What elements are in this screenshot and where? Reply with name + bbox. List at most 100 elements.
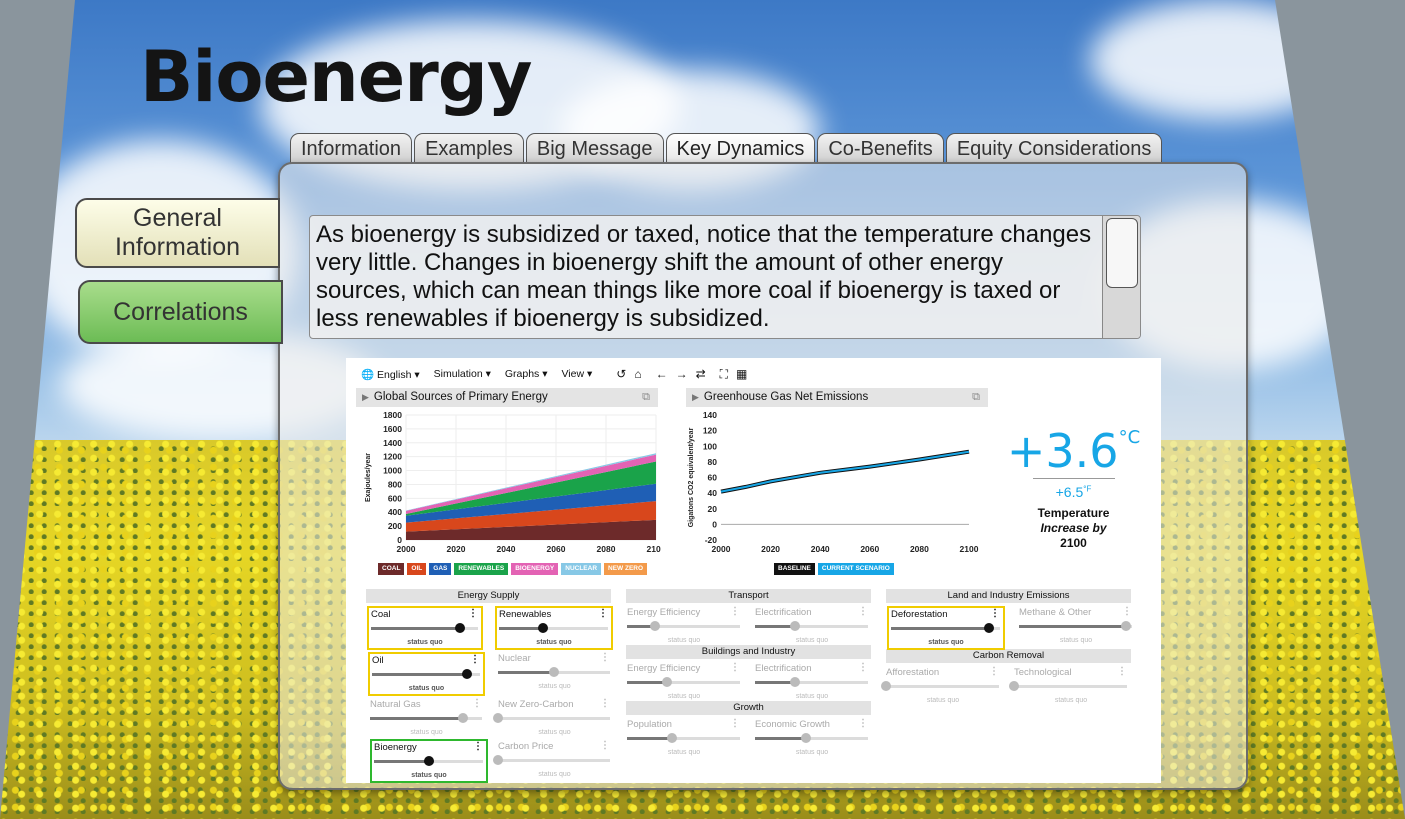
more-options-icon[interactable]: ⋮: [989, 666, 999, 677]
slider-knob[interactable]: [493, 713, 503, 723]
legend-oil[interactable]: OIL: [407, 563, 427, 575]
more-options-icon[interactable]: ⋮: [858, 718, 868, 729]
slider-renewables[interactable]: Renewables ⋮ status quo: [495, 606, 613, 650]
slider-population[interactable]: Population ⋮ status quo: [625, 718, 743, 762]
grid-icon[interactable]: ▦: [736, 367, 747, 382]
slider-knob[interactable]: [462, 669, 473, 679]
tab-examples[interactable]: Examples: [414, 133, 524, 163]
slider-natural-gas[interactable]: Natural Gas ⋮ status quo: [368, 698, 485, 742]
slider-bioenergy[interactable]: Bioenergy ⋮ status quo: [370, 739, 488, 783]
status-quo-label: status quo: [667, 637, 701, 644]
home-icon[interactable]: ⌂: [634, 367, 641, 382]
undo-icon[interactable]: ↺: [616, 367, 626, 382]
slider-oil[interactable]: Oil ⋮ status quo: [368, 652, 485, 696]
tab-bar: Information Examples Big Message Key Dyn…: [290, 133, 1163, 163]
legend-gas[interactable]: GAS: [429, 563, 452, 575]
tab-co-benefits[interactable]: Co-Benefits: [817, 133, 944, 163]
more-options-icon[interactable]: ⋮: [470, 654, 480, 665]
slider-knob[interactable]: [1121, 621, 1132, 631]
energy-graph-header[interactable]: ▶ Global Sources of Primary Energy ⧉: [356, 388, 658, 407]
x-tick-label: 2000: [712, 544, 731, 554]
graphs-menu[interactable]: Graphs ▾: [505, 368, 548, 380]
tab-key-dynamics[interactable]: Key Dynamics: [665, 133, 816, 163]
view-menu[interactable]: View ▾: [561, 368, 592, 380]
tab-information[interactable]: Information: [290, 133, 413, 163]
slider-carbon-price[interactable]: Carbon Price ⋮ status quo: [493, 740, 613, 783]
more-options-icon[interactable]: ⋮: [472, 698, 482, 709]
slider-buildings-electrification[interactable]: Electrification ⋮ status quo: [753, 662, 871, 706]
legend-baseline[interactable]: BASELINE: [774, 563, 815, 575]
more-options-icon[interactable]: ⋮: [473, 741, 483, 752]
repeat-icon[interactable]: ⇄: [696, 367, 706, 382]
legend-current-scenario[interactable]: CURRENT SCENARIO: [817, 563, 894, 575]
legend-bioenergy[interactable]: BIOENERGY: [511, 563, 559, 575]
slider-knob[interactable]: [881, 681, 891, 691]
slider-transport-electrification[interactable]: Electrification ⋮ status quo: [753, 606, 871, 650]
slider-track: [755, 621, 868, 631]
more-options-icon[interactable]: ⋮: [858, 606, 868, 617]
more-options-icon[interactable]: ⋮: [1117, 666, 1127, 677]
slider-knob[interactable]: [800, 733, 811, 743]
legend-new-zero[interactable]: NEW ZERO: [604, 563, 648, 575]
slider-afforestation[interactable]: Afforestation ⋮ status quo: [881, 666, 1002, 710]
slider-label: Oil: [372, 655, 384, 666]
correlations-button[interactable]: Correlations: [78, 280, 283, 344]
slider-economic-growth[interactable]: Economic Growth ⋮ status quo: [753, 718, 871, 762]
slider-label: Carbon Price: [498, 741, 554, 752]
more-options-icon[interactable]: ⋮: [600, 740, 610, 751]
slider-technological[interactable]: Technological ⋮ status quo: [1009, 666, 1130, 710]
slider-knob[interactable]: [984, 623, 995, 633]
slider-knob[interactable]: [789, 621, 800, 631]
slider-transport-energy-efficiency[interactable]: Energy Efficiency ⋮ status quo: [625, 606, 743, 650]
copy-icon[interactable]: ⧉: [642, 388, 650, 407]
slider-new-zero-carbon[interactable]: New Zero-Carbon ⋮ status quo: [493, 698, 613, 742]
more-options-icon[interactable]: ⋮: [468, 608, 478, 619]
emissions-graph-header[interactable]: ▶ Greenhouse Gas Net Emissions ⧉: [686, 388, 988, 407]
slider-methane-other[interactable]: Methane & Other ⋮ status quo: [1017, 606, 1135, 650]
tab-equity-considerations[interactable]: Equity Considerations: [945, 133, 1163, 163]
more-options-icon[interactable]: ⋮: [858, 662, 868, 673]
more-options-icon[interactable]: ⋮: [600, 698, 610, 709]
slider-coal[interactable]: Coal ⋮ status quo: [367, 606, 483, 650]
tab-big-message[interactable]: Big Message: [525, 133, 664, 163]
slider-label: Electrification: [755, 663, 812, 674]
forward-arrow-icon[interactable]: →: [676, 367, 688, 382]
copy-icon[interactable]: ⧉: [972, 388, 980, 407]
more-options-icon[interactable]: ⋮: [730, 662, 740, 673]
slider-knob[interactable]: [493, 755, 503, 765]
slider-knob[interactable]: [537, 623, 548, 633]
more-options-icon[interactable]: ⋮: [1122, 606, 1132, 617]
fullscreen-icon[interactable]: ⛶: [720, 367, 728, 382]
slider-knob[interactable]: [789, 677, 800, 687]
more-options-icon[interactable]: ⋮: [730, 718, 740, 729]
y-tick-label: 1400: [383, 438, 402, 448]
slider-track: [370, 713, 482, 723]
scroll-thumb[interactable]: [1106, 218, 1138, 288]
slider-deforestation[interactable]: Deforestation ⋮ status quo: [887, 606, 1005, 650]
slider-knob[interactable]: [1009, 681, 1019, 691]
slider-knob[interactable]: [661, 677, 672, 687]
legend-renewables[interactable]: RENEWABLES: [454, 563, 509, 575]
frame-left: [0, 0, 75, 819]
language-menu[interactable]: 🌐 English ▾: [361, 368, 420, 381]
back-arrow-icon[interactable]: ←: [656, 367, 668, 382]
more-options-icon[interactable]: ⋮: [990, 608, 1000, 619]
slider-knob[interactable]: [667, 733, 678, 743]
slider-knob[interactable]: [454, 623, 465, 633]
slider-knob[interactable]: [423, 756, 434, 766]
more-options-icon[interactable]: ⋮: [598, 608, 608, 619]
more-options-icon[interactable]: ⋮: [600, 652, 610, 663]
legend-coal[interactable]: COAL: [378, 563, 405, 575]
more-options-icon[interactable]: ⋮: [730, 606, 740, 617]
legend-nuclear[interactable]: NUCLEAR: [561, 563, 602, 575]
temperature-label-line3: 2100: [1060, 536, 1087, 550]
general-information-button[interactable]: General Information: [75, 198, 280, 268]
y-tick-label: 120: [703, 426, 717, 436]
slider-knob[interactable]: [650, 621, 661, 631]
slider-nuclear[interactable]: Nuclear ⋮ status quo: [496, 652, 613, 696]
slider-knob[interactable]: [457, 713, 468, 723]
simulation-menu[interactable]: Simulation ▾: [434, 368, 491, 380]
scrollbar[interactable]: [1102, 216, 1140, 338]
slider-knob[interactable]: [549, 667, 559, 677]
slider-buildings-energy-efficiency[interactable]: Energy Efficiency ⋮ status quo: [625, 662, 743, 706]
